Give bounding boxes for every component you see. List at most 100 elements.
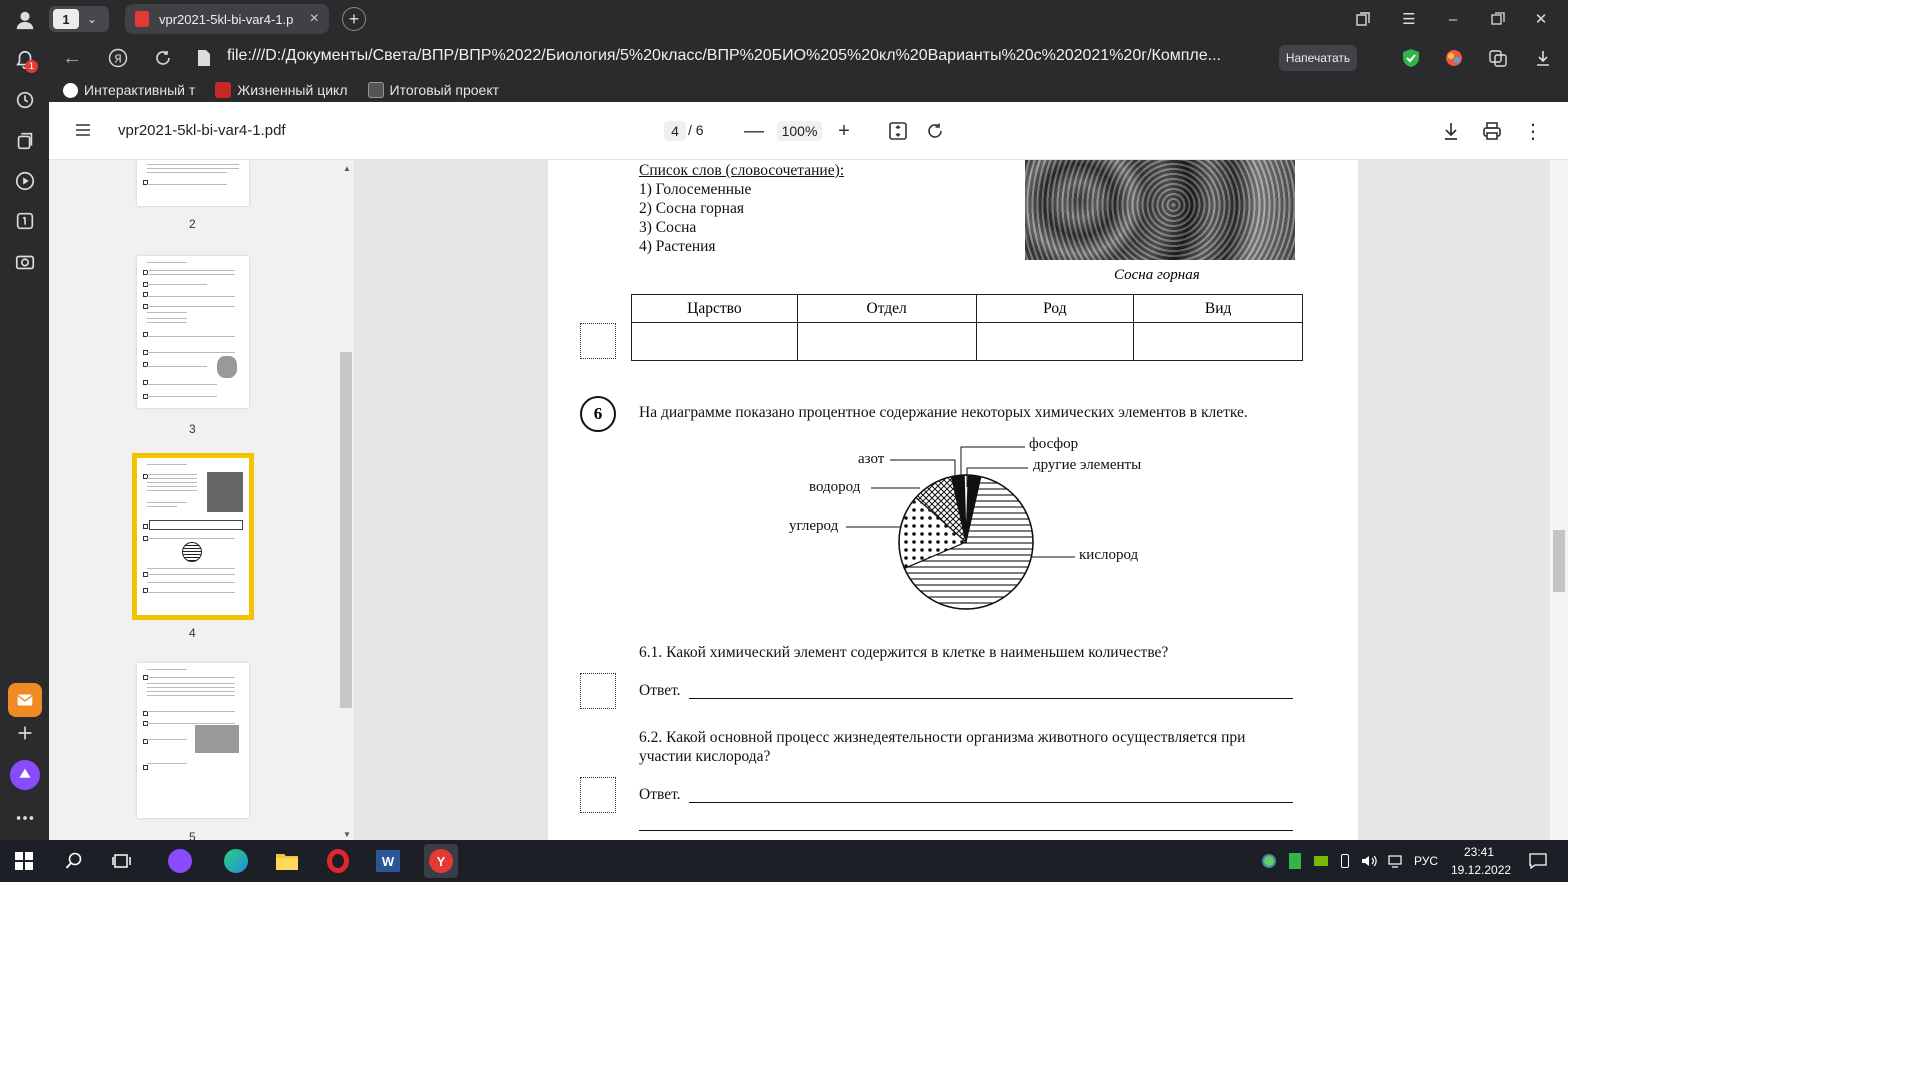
- yandex-logo-icon[interactable]: Я: [105, 45, 131, 71]
- file-explorer-icon[interactable]: [273, 847, 301, 875]
- more-vertical-icon[interactable]: ⋮: [1521, 119, 1545, 143]
- page-thumbnail[interactable]: [137, 256, 249, 408]
- answer-line[interactable]: [689, 698, 1293, 699]
- thumbnail-label: 5: [189, 830, 196, 840]
- alice-taskbar-icon[interactable]: [166, 847, 194, 875]
- word-list-item: 2) Сосна горная: [639, 200, 744, 217]
- clock-date[interactable]: 19.12.2022: [1451, 863, 1511, 877]
- answer-line[interactable]: [689, 802, 1293, 803]
- tray-kaspersky-icon[interactable]: [1286, 847, 1304, 875]
- document-scrollbar-thumb[interactable]: [1553, 530, 1565, 592]
- bookmark-label: Жизненный цикл: [237, 82, 348, 98]
- print-button[interactable]: Напечатать: [1279, 45, 1357, 71]
- menu-hamburger-icon[interactable]: ☰: [1395, 8, 1423, 30]
- tab-counter-button[interactable]: 1 ⌄: [49, 6, 109, 32]
- answer-line[interactable]: [639, 830, 1293, 831]
- collections-icon[interactable]: [9, 125, 41, 157]
- tray-nvidia-icon[interactable]: [1312, 847, 1330, 875]
- close-tab-icon[interactable]: ×: [310, 10, 319, 28]
- network-icon[interactable]: [1386, 847, 1404, 875]
- input-language[interactable]: РУС: [1414, 854, 1438, 868]
- page-thumbnail[interactable]: [137, 663, 249, 818]
- back-arrow-icon[interactable]: ←: [59, 45, 85, 71]
- pie-label-phosphorus: фосфор: [1029, 436, 1079, 452]
- browser-sidebar: 1: [0, 0, 49, 840]
- tab-group-one-icon[interactable]: [9, 205, 41, 237]
- word-app-icon[interactable]: W: [374, 847, 402, 875]
- word-list-heading: Список слов (словосочетание):: [639, 162, 845, 179]
- tab-count: 1: [53, 9, 79, 29]
- page-thumbnail[interactable]: [137, 160, 249, 206]
- thumbnail-scrollbar[interactable]: ▲ ▼: [339, 164, 352, 839]
- word-list-item: 1) Голосеменные: [639, 181, 752, 198]
- mountain-pine-photo: [1025, 160, 1295, 260]
- active-tab[interactable]: vpr2021-5kl-bi-var4-1.p ×: [125, 4, 329, 34]
- translate-icon[interactable]: [1486, 46, 1510, 70]
- mail-app-icon[interactable]: [8, 683, 42, 717]
- more-dots-icon[interactable]: [9, 802, 41, 834]
- bookmark-label: Интерактивный т: [84, 82, 196, 98]
- question-6-2-text-cont: участии кислорода?: [639, 748, 771, 765]
- bookmark-doc-icon: [367, 82, 384, 98]
- thumbnail-label: 4: [189, 626, 196, 640]
- extension-puzzle-icon[interactable]: [1442, 46, 1466, 70]
- notification-center-icon[interactable]: [1524, 847, 1552, 875]
- history-clock-icon[interactable]: [9, 84, 41, 116]
- thumbnail-scrollbar-thumb[interactable]: [340, 352, 352, 708]
- protect-shield-icon[interactable]: [1399, 46, 1423, 70]
- question-6-1-text: 6.1. Какой химический элемент содержится…: [639, 644, 1169, 661]
- bookmark-item[interactable]: Жизненный цикл: [215, 82, 348, 98]
- rotate-icon[interactable]: [923, 119, 947, 143]
- print-icon[interactable]: [1480, 119, 1504, 143]
- page-total: / 6: [688, 122, 704, 138]
- windows-start-icon[interactable]: [10, 847, 38, 875]
- new-tab-button[interactable]: +: [342, 7, 366, 31]
- clock-time[interactable]: 23:41: [1464, 845, 1494, 859]
- tray-app-icon[interactable]: [1260, 847, 1278, 875]
- download-icon[interactable]: [1531, 46, 1555, 70]
- document-scrollbar[interactable]: [1550, 160, 1568, 840]
- answer-score-box: [580, 323, 616, 359]
- bookmark-item[interactable]: Итоговый проект: [367, 82, 499, 98]
- address-bar: ← Я file:///D:/Документы/Света/ВПР/ВПР%2…: [49, 40, 1568, 76]
- reload-icon[interactable]: [150, 45, 176, 71]
- zoom-out-icon[interactable]: —: [742, 119, 766, 143]
- zoom-in-icon[interactable]: +: [832, 119, 856, 143]
- alice-assistant-icon[interactable]: [10, 760, 40, 790]
- pdf-toolbar: vpr2021-5kl-bi-var4-1.pdf 4 / 6 — 100% +…: [49, 102, 1568, 160]
- zoom-level[interactable]: 100%: [777, 121, 822, 141]
- task-view-icon[interactable]: [108, 847, 136, 875]
- save-download-icon[interactable]: [1439, 119, 1463, 143]
- volume-icon[interactable]: [1358, 847, 1380, 875]
- tab-title: vpr2021-5kl-bi-var4-1.p: [159, 11, 294, 27]
- pdf-page: Список слов (словосочетание): 1) Голосем…: [548, 160, 1358, 840]
- thumbnail-label: 2: [189, 217, 196, 231]
- page-number-input[interactable]: 4: [664, 121, 686, 141]
- url-text[interactable]: file:///D:/Документы/Света/ВПР/ВПР%2022/…: [227, 47, 1267, 69]
- add-panel-icon[interactable]: [9, 717, 41, 749]
- sidebar-toggle-icon[interactable]: [75, 122, 91, 138]
- answer-label: Ответ.: [639, 682, 681, 699]
- answer-score-box: [580, 777, 616, 813]
- tab-strip: 1 ⌄ vpr2021-5kl-bi-var4-1.p × + ☰ – ✕: [49, 0, 1568, 38]
- edge-browser-icon[interactable]: [222, 847, 250, 875]
- table-header-row: Царство Отдел Род Вид: [631, 294, 1303, 323]
- fit-page-icon[interactable]: [886, 119, 910, 143]
- battery-icon[interactable]: [1336, 847, 1354, 875]
- bookmark-item[interactable]: Интерактивный т: [63, 82, 195, 98]
- tab-manager-icon[interactable]: [1349, 8, 1377, 30]
- close-window-icon[interactable]: ✕: [1527, 8, 1555, 30]
- opera-browser-icon[interactable]: [324, 847, 352, 875]
- table-header-cell: Вид: [1133, 294, 1303, 323]
- video-play-icon[interactable]: [9, 165, 41, 197]
- notifications-bell-icon[interactable]: 1: [9, 44, 41, 76]
- bookmarks-bar: Интерактивный т Жизненный цикл Итоговый …: [49, 78, 1568, 102]
- search-icon[interactable]: [60, 847, 88, 875]
- yandex-browser-icon[interactable]: Y: [424, 844, 458, 878]
- table-cell: [1133, 322, 1303, 361]
- minimize-icon[interactable]: –: [1439, 8, 1467, 30]
- profile-icon[interactable]: [9, 4, 41, 36]
- file-page-icon[interactable]: [191, 45, 217, 71]
- screenshot-camera-icon[interactable]: [9, 246, 41, 278]
- restore-window-icon[interactable]: [1484, 8, 1512, 30]
